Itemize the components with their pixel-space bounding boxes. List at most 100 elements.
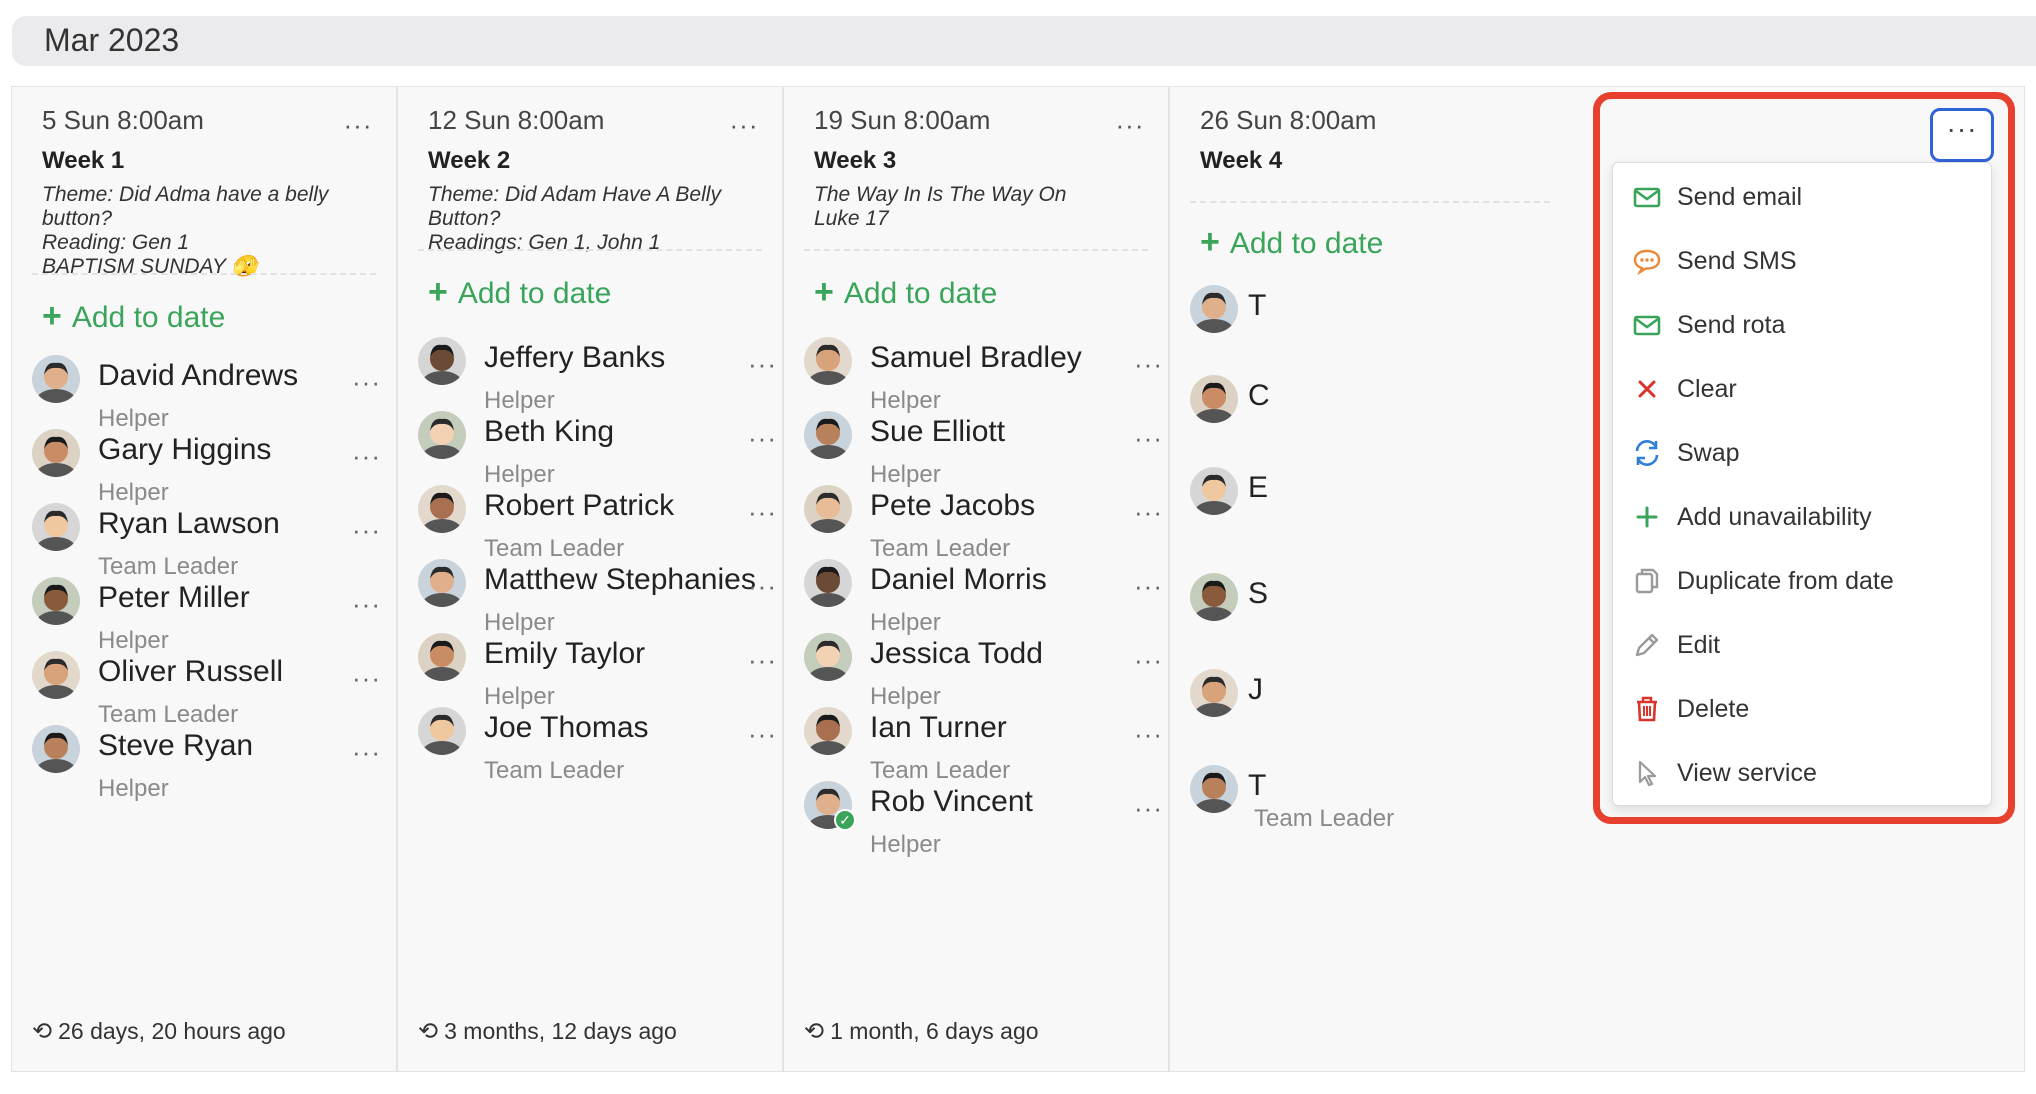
avatar[interactable] <box>1190 467 1238 515</box>
person-more-button[interactable]: ··· <box>1134 793 1163 824</box>
avatar[interactable] <box>418 411 466 459</box>
menu-item-label: Send SMS <box>1677 247 1797 275</box>
avatar[interactable] <box>804 559 852 607</box>
menu-item-send-email[interactable]: Send email <box>1613 167 1993 229</box>
column-theme: The Way In Is The Way On Luke 17 <box>814 183 1067 230</box>
avatar[interactable] <box>418 337 466 385</box>
person-more-button[interactable]: ··· <box>748 423 777 454</box>
person-more-button[interactable]: ··· <box>352 737 381 768</box>
avatar[interactable] <box>418 707 466 755</box>
avatar[interactable] <box>1190 765 1238 813</box>
add-to-date-label: Add to date <box>71 301 226 334</box>
avatar[interactable] <box>32 355 80 403</box>
person-more-button[interactable]: ··· <box>1134 719 1163 750</box>
divider <box>418 249 762 251</box>
person-name[interactable]: Matthew Stephanies <box>484 563 756 597</box>
menu-item-send-sms[interactable]: Send SMS <box>1613 231 1993 293</box>
avatar[interactable] <box>1190 573 1238 621</box>
person-name[interactable]: Beth King <box>484 415 614 449</box>
avatar[interactable] <box>418 485 466 533</box>
person-name-partial: E <box>1248 471 1269 504</box>
avatar[interactable] <box>804 633 852 681</box>
avatar[interactable] <box>804 337 852 385</box>
person-name[interactable]: Daniel Morris <box>870 563 1047 597</box>
person-name[interactable]: Gary Higgins <box>98 433 271 467</box>
person-name[interactable]: Jeffery Banks <box>484 341 665 375</box>
check-icon: ✓ <box>834 809 856 831</box>
avatar[interactable] <box>32 651 80 699</box>
avatar[interactable] <box>1190 285 1238 333</box>
person-more-button[interactable]: ··· <box>1134 497 1163 528</box>
avatar[interactable] <box>32 577 80 625</box>
person-name[interactable]: David Andrews <box>98 359 298 393</box>
avatar[interactable] <box>1190 375 1238 423</box>
avatar[interactable] <box>804 485 852 533</box>
person-name[interactable]: Samuel Bradley <box>870 341 1082 375</box>
last-updated: ⟲ 26 days, 20 hours ago <box>32 1018 286 1045</box>
month-title: Mar 2023 <box>44 22 180 58</box>
column-theme: Theme: Did Adma have a belly button? Rea… <box>42 183 329 278</box>
column-date: 12 Sun 8:00am <box>428 105 605 135</box>
person-name[interactable]: Ian Turner <box>870 711 1007 745</box>
person-more-button[interactable]: ··· <box>1134 645 1163 676</box>
avatar[interactable] <box>1190 669 1238 717</box>
add-to-date-button[interactable]: + Add to date <box>428 273 611 312</box>
person-name[interactable]: Jessica Todd <box>870 637 1043 671</box>
person-more-button[interactable]: ··· <box>748 497 777 528</box>
menu-item-view-service[interactable]: View service <box>1613 743 1993 805</box>
person-more-button[interactable]: ··· <box>748 719 777 750</box>
envelope-icon <box>1631 309 1663 341</box>
person-name[interactable]: Oliver Russell <box>98 655 283 689</box>
person-more-button[interactable]: ··· <box>352 515 381 546</box>
divider <box>32 273 376 275</box>
person-more-button[interactable]: ··· <box>1134 423 1163 454</box>
person-more-button[interactable]: ··· <box>352 367 381 398</box>
menu-item-clear[interactable]: Clear <box>1613 359 1993 421</box>
person-more-button[interactable]: ··· <box>748 571 777 602</box>
person-more-button[interactable]: ··· <box>352 441 381 472</box>
person-name[interactable]: Sue Elliott <box>870 415 1005 449</box>
column-more-button[interactable]: ··· <box>724 112 764 145</box>
add-to-date-button[interactable]: + Add to date <box>1200 223 1383 262</box>
envelope-icon <box>1631 181 1663 213</box>
column-week-title: Week 4 <box>1200 147 1283 174</box>
column-more-button[interactable]: ··· <box>338 112 378 145</box>
menu-item-send-rota[interactable]: Send rota <box>1613 295 1993 357</box>
column-more-button-active[interactable]: ··· <box>1930 108 1994 162</box>
menu-item-duplicate-from-date[interactable]: Duplicate from date <box>1613 551 1993 613</box>
add-to-date-button[interactable]: + Add to date <box>814 273 997 312</box>
column-more-button[interactable]: ··· <box>1110 112 1150 145</box>
person-name[interactable]: Emily Taylor <box>484 637 645 671</box>
add-to-date-button[interactable]: + Add to date <box>42 297 225 336</box>
person-name[interactable]: Pete Jacobs <box>870 489 1035 523</box>
person-name[interactable]: Joe Thomas <box>484 711 649 745</box>
person-more-button[interactable]: ··· <box>748 645 777 676</box>
column-actions-menu: Send email Send SMS Send rota Clear Swap Add … <box>1612 162 1992 806</box>
avatar[interactable] <box>32 503 80 551</box>
menu-item-swap[interactable]: Swap <box>1613 423 1993 485</box>
person-name[interactable]: Robert Patrick <box>484 489 674 523</box>
person-more-button[interactable]: ··· <box>352 663 381 694</box>
person-row: C <box>1190 375 1650 465</box>
person-name[interactable]: Rob Vincent <box>870 785 1033 819</box>
menu-item-label: Swap <box>1677 439 1740 467</box>
person-name[interactable]: Peter Miller <box>98 581 250 615</box>
avatar[interactable] <box>804 411 852 459</box>
menu-item-delete[interactable]: Delete <box>1613 679 1993 741</box>
date-column: 19 Sun 8:00am ··· Week 3 The Way In Is T… <box>783 86 1169 1072</box>
avatar[interactable] <box>32 429 80 477</box>
person-more-button[interactable]: ··· <box>352 589 381 620</box>
avatar[interactable] <box>418 633 466 681</box>
person-name-partial: J <box>1248 673 1263 706</box>
menu-item-edit[interactable]: Edit <box>1613 615 1993 677</box>
person-role: Team Leader <box>1254 805 1395 832</box>
person-name[interactable]: Steve Ryan <box>98 729 253 763</box>
avatar[interactable] <box>32 725 80 773</box>
person-more-button[interactable]: ··· <box>748 349 777 380</box>
menu-item-add-unavailability[interactable]: Add unavailability <box>1613 487 1993 549</box>
avatar[interactable] <box>418 559 466 607</box>
person-name[interactable]: Ryan Lawson <box>98 507 280 541</box>
avatar[interactable] <box>804 707 852 755</box>
person-more-button[interactable]: ··· <box>1134 349 1163 380</box>
person-more-button[interactable]: ··· <box>1134 571 1163 602</box>
